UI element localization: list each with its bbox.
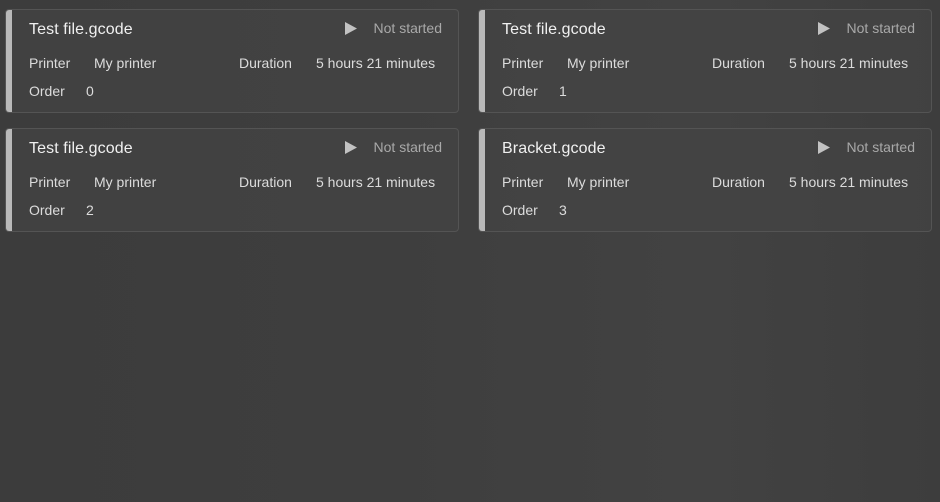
job-title: Test file.gcode xyxy=(502,21,606,38)
job-status-text: Not started xyxy=(846,20,915,36)
duration-value: 5 hours 21 minutes xyxy=(789,174,909,190)
job-status-text: Not started xyxy=(846,139,915,155)
print-job-card[interactable]: Test file.gcode Not started Printer My p… xyxy=(5,9,459,113)
order-value: 2 xyxy=(86,202,94,218)
play-icon[interactable] xyxy=(817,140,831,155)
card-accent-bar xyxy=(6,129,12,231)
order-label: Order xyxy=(502,83,538,99)
order-value: 0 xyxy=(86,83,94,99)
job-status-text: Not started xyxy=(373,139,442,155)
job-status-text: Not started xyxy=(373,20,442,36)
duration-value: 5 hours 21 minutes xyxy=(316,55,436,71)
print-job-grid: Test file.gcode Not started Printer My p… xyxy=(5,9,932,232)
duration-label: Duration xyxy=(239,55,292,71)
play-icon[interactable] xyxy=(344,140,358,155)
job-status: Not started xyxy=(344,139,442,155)
printer-value: My printer xyxy=(567,55,630,71)
printer-value: My printer xyxy=(567,174,630,190)
job-status: Not started xyxy=(344,20,442,36)
job-title: Bracket.gcode xyxy=(502,140,606,157)
duration-value: 5 hours 21 minutes xyxy=(789,55,909,71)
card-accent-bar xyxy=(6,10,12,112)
job-title: Test file.gcode xyxy=(29,140,133,157)
printer-label: Printer xyxy=(502,55,544,71)
printer-label: Printer xyxy=(29,55,71,71)
job-title: Test file.gcode xyxy=(29,21,133,38)
order-value: 1 xyxy=(559,83,567,99)
order-value: 3 xyxy=(559,202,567,218)
printer-value: My printer xyxy=(94,55,157,71)
card-accent-bar xyxy=(479,129,485,231)
order-label: Order xyxy=(29,202,65,218)
job-status: Not started xyxy=(817,20,915,36)
duration-label: Duration xyxy=(712,55,765,71)
printer-value: My printer xyxy=(94,174,157,190)
print-job-card[interactable]: Bracket.gcode Not started Printer My pri… xyxy=(478,128,932,232)
print-job-card[interactable]: Test file.gcode Not started Printer My p… xyxy=(5,128,459,232)
play-icon[interactable] xyxy=(817,21,831,36)
job-status: Not started xyxy=(817,139,915,155)
order-label: Order xyxy=(502,202,538,218)
play-icon[interactable] xyxy=(344,21,358,36)
duration-label: Duration xyxy=(239,174,292,190)
printer-label: Printer xyxy=(29,174,71,190)
duration-value: 5 hours 21 minutes xyxy=(316,174,436,190)
printer-label: Printer xyxy=(502,174,544,190)
card-accent-bar xyxy=(479,10,485,112)
order-label: Order xyxy=(29,83,65,99)
duration-label: Duration xyxy=(712,174,765,190)
print-job-card[interactable]: Test file.gcode Not started Printer My p… xyxy=(478,9,932,113)
